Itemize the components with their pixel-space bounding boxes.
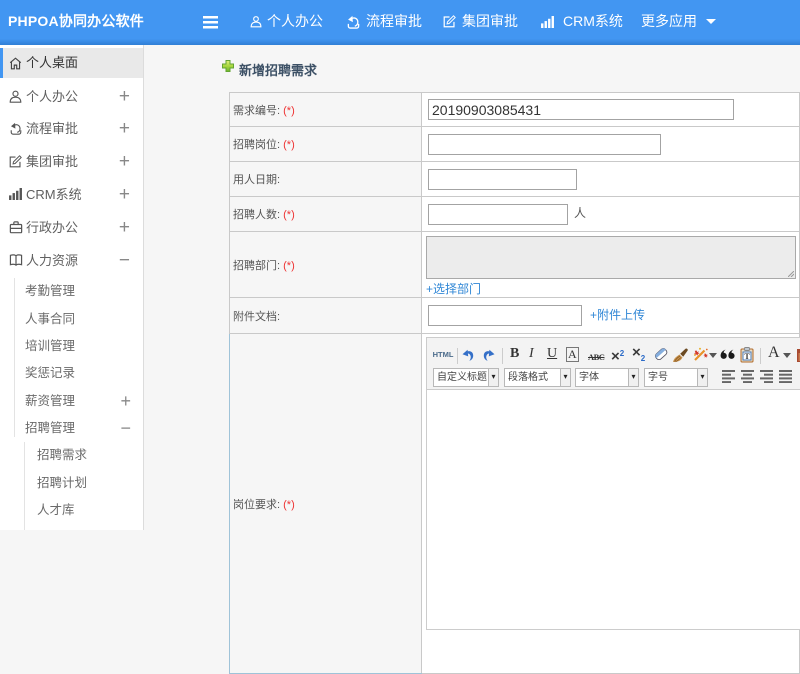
svg-text:T: T — [744, 352, 750, 361]
